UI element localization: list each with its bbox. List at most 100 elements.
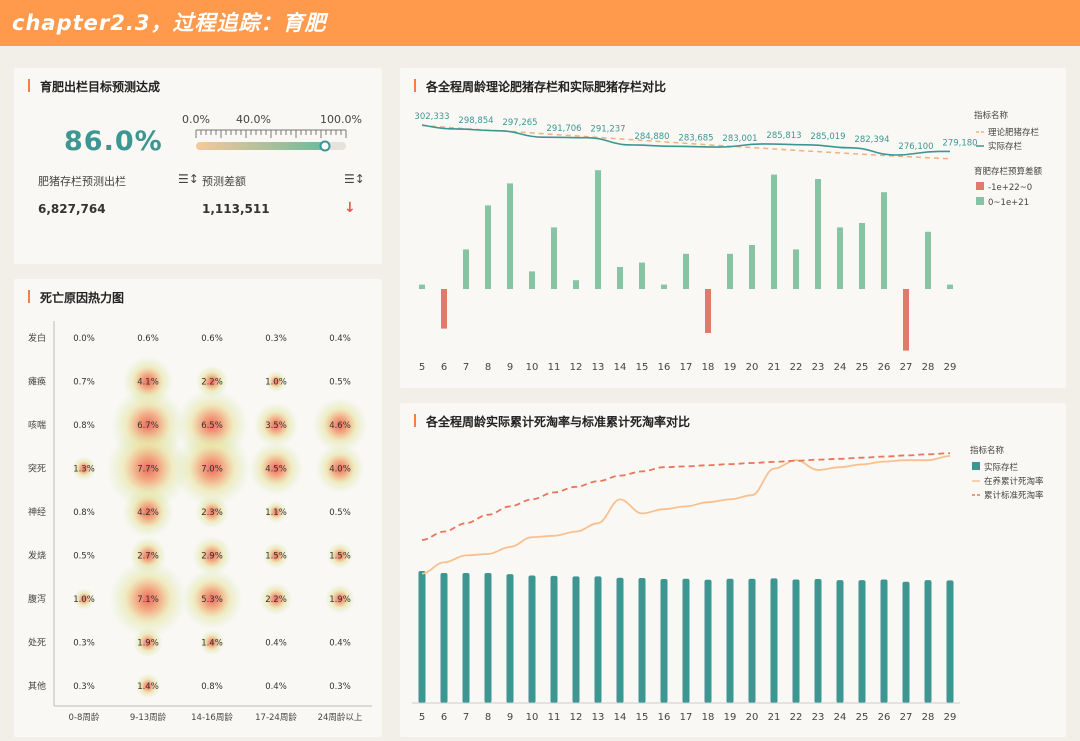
stock-bar <box>858 580 866 703</box>
sort-gap-icon[interactable]: ☰↕ <box>344 172 365 186</box>
mortality-x-tick: 20 <box>746 712 759 723</box>
heatmap-cell-label: 7.1% <box>137 595 159 605</box>
stock-point-label: 285,813 <box>766 131 801 141</box>
heatmap-row-label: 咳喘 <box>28 419 46 431</box>
stock-point-label: 282,394 <box>854 135 889 145</box>
mortality-x-tick: 14 <box>614 712 627 723</box>
stock-x-tick: 29 <box>944 362 957 373</box>
diff-bar <box>903 289 909 351</box>
heatmap-cell-label: 4.5% <box>265 465 287 475</box>
stock-x-tick: 5 <box>419 362 425 373</box>
heatmap-cell-label: 4.6% <box>329 421 351 431</box>
stock-bar <box>550 575 558 703</box>
stock-bar <box>484 572 492 703</box>
diff-bar <box>771 174 777 289</box>
diff-bar <box>705 289 711 333</box>
legend-negative-swatch <box>976 182 984 190</box>
metric-forecast-value: 6,827,764 <box>38 202 106 216</box>
legend-negative-label: -1e+22~0 <box>988 183 1032 193</box>
heatmap-cell-label: 0.6% <box>137 334 159 344</box>
stock-bar <box>748 578 756 703</box>
metric-gap-label: 预测差额 <box>202 175 246 188</box>
mortality-x-tick: 6 <box>441 712 447 723</box>
heatmap-cell-label: 0.8% <box>73 421 95 431</box>
heatmap-cell-label: 0.7% <box>73 378 95 388</box>
heatmap-cell-label: 1.0% <box>73 595 95 605</box>
heatmap-cell-label: 0.4% <box>329 639 351 649</box>
mortality-x-tick: 5 <box>419 712 425 723</box>
stock-bar <box>770 578 778 703</box>
mortality-legend-title: 指标名称 <box>970 445 1005 456</box>
stock-point-label: 297,265 <box>502 118 537 128</box>
heatmap-cell-label: 1.1% <box>265 508 287 518</box>
stock-x-tick: 18 <box>702 362 715 373</box>
diff-bar <box>507 183 513 289</box>
stock-point-label: 283,685 <box>678 133 713 143</box>
heatmap-cell-label: 6.7% <box>137 421 159 431</box>
stock-bar <box>704 579 712 703</box>
mortality-x-tick: 27 <box>900 712 913 723</box>
diff-bar <box>419 284 425 289</box>
stock-x-tick: 8 <box>485 362 491 373</box>
diff-bar <box>947 284 953 289</box>
diff-legend-title: 育肥存栏预算差额 <box>974 166 1043 177</box>
stock-bar <box>462 572 470 703</box>
sort-forecast-icon[interactable]: ☰↕ <box>178 172 199 186</box>
mortality-x-tick: 13 <box>592 712 605 723</box>
stock-point-label: 302,333 <box>414 112 449 122</box>
stock-bar <box>946 580 954 703</box>
legend-stock-label: 实际存栏 <box>984 462 1019 473</box>
gauge-knob[interactable] <box>319 140 331 152</box>
stock-bar <box>814 579 822 703</box>
heatmap-col-label: 14-16周龄 <box>191 712 233 723</box>
stock-x-tick: 11 <box>548 362 561 373</box>
progress-gauge <box>195 129 347 152</box>
heatmap-cell-label: 4.1% <box>137 378 159 388</box>
mortality-x-tick: 15 <box>636 712 649 723</box>
heatmap-col-label: 24周龄以上 <box>318 712 363 723</box>
kpi-panel: 育肥出栏目标预测达成 86.0% 0.0% 40.0% 100.0% 肥猪存栏预… <box>14 68 382 264</box>
mortality-x-tick: 25 <box>856 712 869 723</box>
diff-bar <box>749 245 755 289</box>
mortality-x-tick: 22 <box>790 712 803 723</box>
mortality-x-tick: 21 <box>768 712 781 723</box>
heatmap-cell-label: 0.5% <box>329 508 351 518</box>
kpi-panel-title: 育肥出栏目标预测达成 <box>28 78 160 95</box>
diff-bar <box>551 227 557 289</box>
heatmap-cell-label: 2.7% <box>137 552 159 562</box>
heatmap-row-label: 发烧 <box>28 550 46 562</box>
diff-bar <box>793 249 799 289</box>
legend-stock-swatch <box>972 462 980 470</box>
mortality-x-tick: 12 <box>570 712 583 723</box>
stock-x-tick: 7 <box>463 362 469 373</box>
heatmap-cell-label: 1.5% <box>265 552 287 562</box>
legend-actual-label: 实际存栏 <box>988 141 1023 152</box>
gauge-ticks <box>195 130 347 138</box>
heatmap-cell-label: 0.5% <box>329 378 351 388</box>
mortality-comparison-chart: 5 6 7 8 9 10 11 12 13 14 15 16 17 18 19 20 21 22 23 24 25 26 2… <box>412 445 1044 723</box>
heatmap-row-label: 发白 <box>28 332 46 344</box>
metric-forecast-label: 肥猪存栏预测出栏 <box>38 175 126 188</box>
gauge-fill <box>196 142 325 150</box>
heatmap-cell-label: 1.5% <box>329 552 351 562</box>
stock-x-tick: 14 <box>614 362 627 373</box>
heatmap-cell-label: 7.0% <box>201 465 223 475</box>
gauge-scale-min: 0.0% <box>182 113 210 126</box>
stock-bar <box>682 578 690 703</box>
kpi-rate-value: 86.0% <box>64 126 163 157</box>
stock-bar <box>638 577 646 703</box>
heatmap-cell-label: 0.4% <box>265 682 287 692</box>
stock-bar <box>528 575 536 703</box>
heatmap-cell-label: 7.7% <box>137 465 159 475</box>
heatmap-panel: 死亡原因热力图 发白 瘫痪 咳喘 突死 神经 发烧 腹泻 处死 其他 0.0% 0.6% 0.6% 0.… <box>14 279 382 737</box>
diff-bar <box>881 192 887 289</box>
stock-chart-panel: 各全程周龄理论肥猪存栏和实际肥猪存栏对比 302,333 298,854 297,2… <box>400 68 1066 388</box>
standard-mortality-line <box>421 452 951 541</box>
heatmap-cell-label: 0.5% <box>73 552 95 562</box>
stock-bar <box>726 578 734 703</box>
heatmap-cell-label: 2.2% <box>265 595 287 605</box>
mortality-x-tick: 8 <box>485 712 491 723</box>
diff-bar <box>925 231 931 289</box>
stock-point-label: 276,100 <box>898 142 933 152</box>
heatmap-row-label: 处死 <box>28 637 46 649</box>
